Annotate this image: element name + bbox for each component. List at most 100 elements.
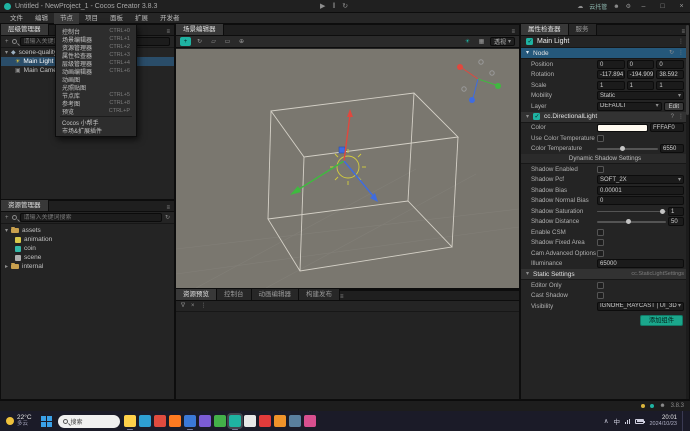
pause-button[interactable]: ‖ (332, 3, 335, 10)
chevron-down-icon[interactable]: ▾ (526, 271, 529, 277)
shadow-normal-bias-input[interactable]: 0 (597, 196, 684, 206)
console-output-area[interactable] (176, 312, 519, 398)
refresh-icon[interactable]: ↻ (165, 215, 170, 221)
message-status-icon[interactable] (650, 404, 655, 408)
taskbar-icon-notepad[interactable] (243, 415, 256, 427)
scale-y-input[interactable]: 1 (626, 80, 655, 90)
shadow-distance-slider[interactable] (597, 217, 666, 226)
editor-only-checkbox[interactable] (597, 281, 604, 289)
tab-console[interactable]: 控制台 (217, 289, 252, 300)
chevron-right-icon[interactable]: ▸ (5, 264, 8, 270)
chevron-down-icon[interactable]: ▾ (526, 50, 529, 56)
tab-assets[interactable]: 资源管理器 (1, 200, 49, 211)
scene-panel-menu-icon[interactable]: ≡ (511, 29, 515, 35)
grid-toggle[interactable]: ▦ (476, 37, 487, 46)
cloud-service-label[interactable]: 云托管 (589, 2, 607, 11)
position-y-input[interactable]: 0 (626, 59, 655, 69)
filter-icon[interactable]: ∇ (181, 303, 185, 309)
color-temperature-input[interactable]: 6550 (660, 144, 684, 154)
close-button[interactable]: × (675, 3, 688, 10)
taskbar-icon-media[interactable] (303, 415, 316, 427)
network-icon[interactable] (624, 418, 631, 424)
color-swatch[interactable] (597, 123, 648, 132)
console-menu-icon[interactable]: ≡ (340, 294, 344, 300)
position-x-input[interactable]: 0 (597, 59, 625, 69)
move-tool-button[interactable]: + (180, 37, 191, 46)
tab-inspector[interactable]: 属性检查器 (521, 24, 569, 35)
component-more-icon[interactable]: ⋮ (678, 114, 684, 120)
show-desktop-button[interactable] (682, 411, 684, 431)
taskbar-icon-visual-studio[interactable] (198, 415, 211, 427)
inspector-scrollbar[interactable] (686, 25, 689, 399)
section-more-icon[interactable]: ⋮ (678, 50, 684, 56)
scale-tool-button[interactable]: ▱ (208, 37, 219, 46)
user-icon[interactable]: ☻ (613, 4, 619, 10)
warning-status-icon[interactable] (641, 404, 646, 408)
color-temperature-slider[interactable] (597, 144, 658, 153)
shadow-bias-input[interactable]: 0.00001 (597, 185, 684, 195)
taskbar-icon-cocos-creator[interactable] (226, 413, 243, 430)
world-space-toggle[interactable]: ⊕ (236, 37, 247, 46)
asset-folder-assets[interactable]: ▾ assets (1, 226, 174, 235)
scale-z-input[interactable]: 1 (656, 80, 685, 90)
rotation-x-input[interactable]: -117.894 (597, 70, 625, 80)
illuminance-input[interactable]: 65000 (597, 259, 684, 269)
taskbar-weather-widget[interactable]: 22°C 多云 (2, 414, 36, 428)
create-asset-button[interactable]: + (5, 215, 9, 221)
node-section-header[interactable]: ▾ Node ↻ ⋮ (521, 48, 689, 59)
help-icon[interactable]: ? (671, 114, 674, 120)
enable-csm-checkbox[interactable] (597, 228, 604, 236)
shadow-saturation-slider[interactable] (597, 207, 666, 216)
hierarchy-menu-icon[interactable]: ≡ (166, 29, 170, 35)
menu-edit[interactable]: 编辑 (29, 13, 54, 24)
notification-bell-icon[interactable]: ☻ (659, 403, 665, 409)
minimize-button[interactable]: – (637, 3, 650, 10)
chevron-down-icon[interactable]: ▾ (5, 50, 8, 56)
taskbar-icon-chrome[interactable] (153, 415, 166, 427)
menu-panel[interactable]: 面板 (104, 13, 129, 24)
shadow-pcf-select[interactable]: SOFT_2X ▾ (597, 175, 684, 185)
console-more-icon[interactable]: ⋮ (201, 303, 207, 309)
add-component-button[interactable]: 添加组件 (639, 314, 683, 326)
maximize-button[interactable]: □ (656, 3, 669, 10)
static-settings-header[interactable]: ▾ Static Settings cc.StaticLightSettings (521, 269, 689, 280)
battery-icon[interactable] (635, 418, 646, 424)
scene-light-toggle[interactable]: ☀ (462, 37, 473, 46)
layer-select[interactable]: DEFAULT ▾ (597, 101, 662, 111)
menu-developer[interactable]: 开发者 (154, 13, 186, 24)
taskbar-icon-edge[interactable] (138, 415, 151, 427)
cast-shadow-checkbox[interactable] (597, 292, 604, 300)
visibility-select[interactable]: IGNORE_RAYCAST | UI_3D | DEFAU... ▾ (597, 301, 684, 311)
taskbar-clock[interactable]: 20:01 2024/10/23 (649, 415, 677, 428)
chevron-down-icon[interactable]: ▾ (5, 228, 8, 234)
step-button[interactable]: ↻ (342, 3, 348, 10)
taskbar-icon-vscode[interactable] (183, 415, 196, 430)
chevron-down-icon[interactable]: ▾ (526, 114, 529, 120)
taskbar-search-box[interactable]: 搜索 (57, 414, 120, 428)
tab-animation-editor[interactable]: 动画编辑器 (251, 289, 299, 300)
shadow-enabled-checkbox[interactable] (597, 165, 604, 173)
taskbar-icon-file-explorer[interactable] (123, 415, 136, 430)
clear-console-icon[interactable]: × (191, 303, 195, 309)
menu-item-store-extensions[interactable]: 市场&扩展插件 (56, 126, 136, 135)
taskbar-icon-tools[interactable] (288, 415, 301, 427)
rotation-z-input[interactable]: 38.592 (656, 70, 685, 80)
play-button[interactable]: ▶ (320, 3, 325, 10)
tab-hierarchy[interactable]: 层级管理器 (1, 24, 49, 35)
taskbar-icon-firefox[interactable] (168, 415, 181, 427)
shadow-saturation-input[interactable]: 1 (668, 206, 684, 216)
assets-search-input[interactable] (19, 213, 162, 222)
reset-icon[interactable]: ↻ (669, 50, 674, 56)
create-node-button[interactable]: + (5, 39, 9, 45)
asset-item-scene[interactable]: scene (1, 253, 174, 262)
menu-project[interactable]: 项目 (79, 13, 104, 24)
use-color-temperature-checkbox[interactable] (597, 134, 604, 142)
view-mode-dropdown[interactable]: 透视 ▾ (489, 37, 515, 46)
shadow-distance-input[interactable]: 50 (668, 217, 684, 227)
layer-edit-button[interactable]: Edit (663, 101, 684, 111)
component-enabled-checkbox[interactable] (533, 113, 541, 120)
tab-asset-preview[interactable]: 资源预览 (176, 289, 217, 300)
assets-menu-icon[interactable]: ≡ (166, 205, 170, 211)
menu-item-preview[interactable]: 预览 CTRL+P (56, 107, 136, 116)
scene-viewport[interactable] (176, 49, 519, 288)
